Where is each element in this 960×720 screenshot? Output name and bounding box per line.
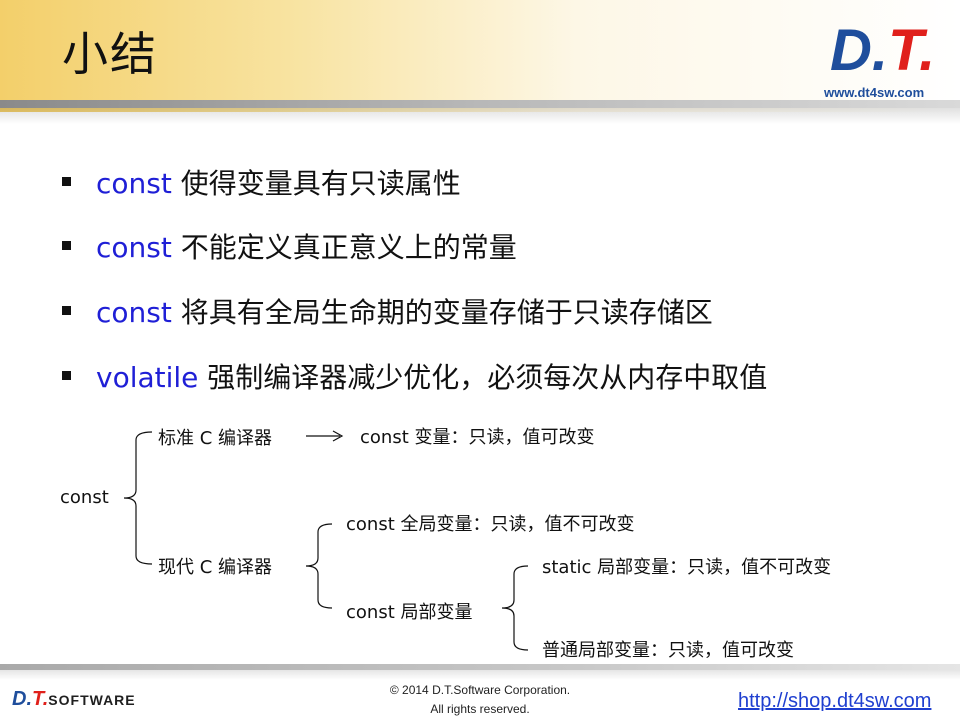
const-tree-diagram [123,430,529,651]
diagram-local-const: const 局部变量 [346,602,473,623]
diagram-standard-compiler: 标准 C 编译器 [158,428,273,449]
diagram-standard-result: const 变量：只读，值可改变 [360,427,595,448]
diagram-modern-compiler: 现代 C 编译器 [158,557,273,578]
diagram-static-local: static 局部变量：只读，值不可改变 [542,557,832,578]
brace-modern [305,523,333,609]
brace-local [501,565,529,651]
diagram-global-const: const 全局变量：只读，值不可改变 [346,514,635,535]
footer-shadow [0,670,960,680]
shop-link[interactable]: http://shop.dt4sw.com [738,690,931,713]
diagram-root: const [60,487,109,508]
brace-root [123,431,153,565]
diagram-normal-local: 普通局部变量：只读，值可改变 [542,640,794,661]
